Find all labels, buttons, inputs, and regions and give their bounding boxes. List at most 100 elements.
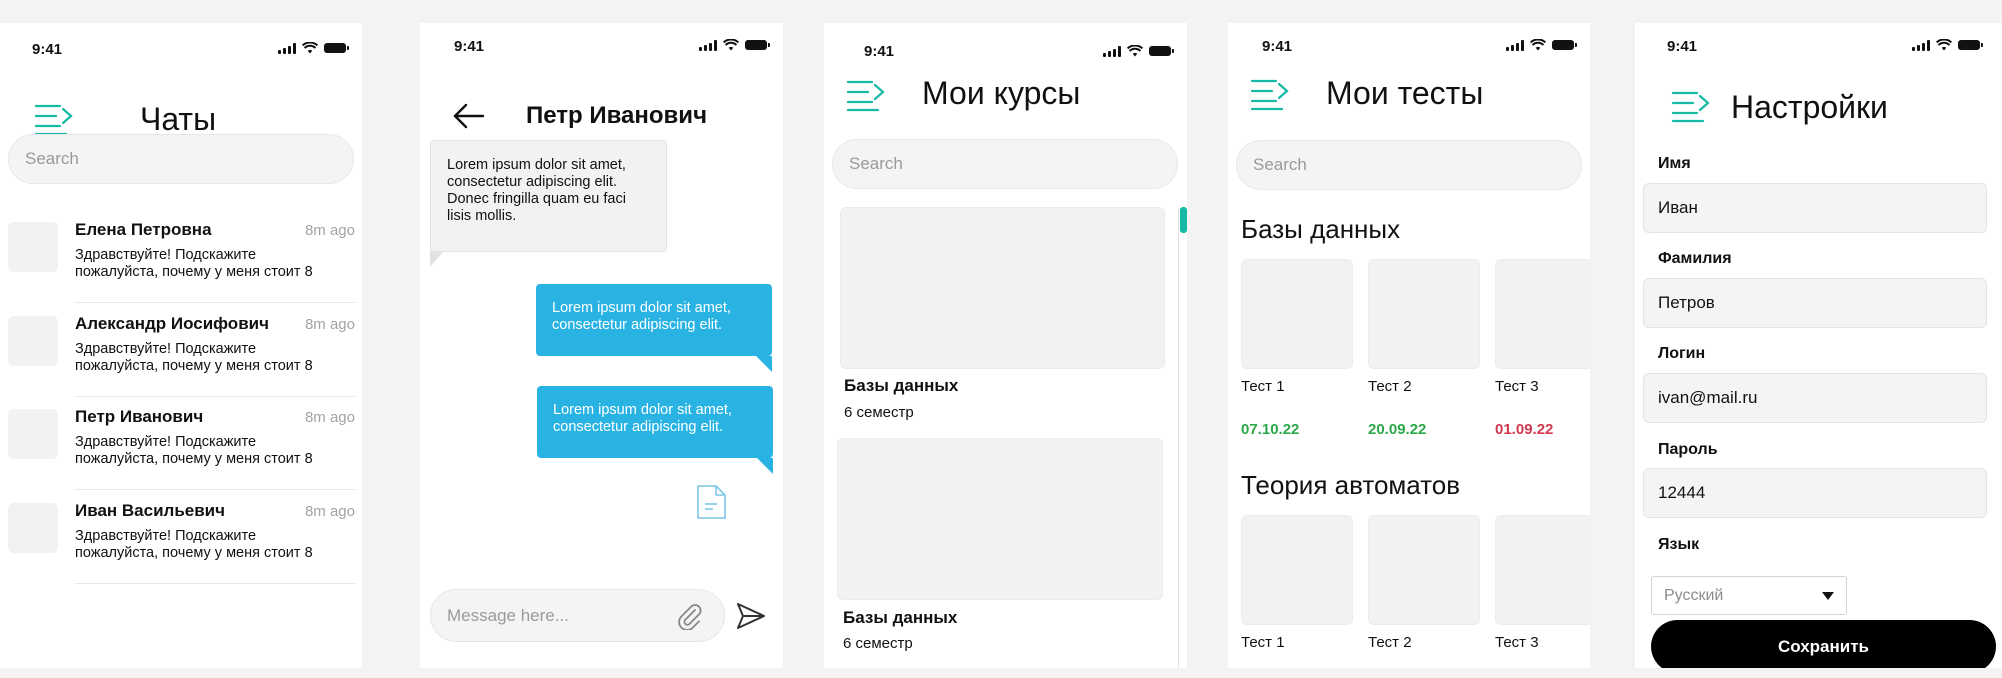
status-bar: 9:41 — [1228, 23, 1590, 73]
test-name: Тест 2 — [1368, 378, 1412, 395]
section-title: Теория автоматов — [1241, 470, 1461, 500]
page-title: Настройки — [1731, 89, 1888, 125]
status-time: 9:41 — [1262, 38, 1293, 55]
first-name-field[interactable]: Иван — [1643, 183, 1987, 233]
chat-contact-name: Елена Петровна — [75, 220, 212, 239]
password-field[interactable]: 12444 — [1643, 468, 1987, 518]
wifi-icon — [1127, 45, 1143, 57]
test-date: 01.09.22 — [1495, 421, 1554, 438]
save-button[interactable]: Сохранить — [1651, 620, 1996, 668]
chat-list-item[interactable]: Елена Петровна 8m ago Здравствуйте! Подс… — [8, 210, 355, 303]
chat-list-item[interactable]: Иван Васильевич 8m ago Здравствуйте! Под… — [8, 491, 355, 584]
status-bar: 9:41 — [0, 23, 362, 73]
language-select[interactable]: Русский — [1651, 576, 1847, 615]
avatar — [8, 503, 58, 553]
chat-time: 8m ago — [304, 222, 355, 239]
status-icons — [278, 42, 349, 54]
page-title: Мои тесты — [1326, 75, 1484, 111]
avatar — [8, 316, 58, 366]
status-time: 9:41 — [1667, 38, 1698, 55]
status-time: 9:41 — [454, 38, 485, 55]
caret-down-icon — [1822, 592, 1834, 600]
course-semester: 6 семестр — [844, 404, 914, 421]
incoming-message: Lorem ipsum dolor sit amet, consectetur … — [430, 140, 667, 267]
test-card[interactable] — [1368, 259, 1480, 369]
tests-screen: 9:41 Мои тесты Search Базы данных Тест 1… — [1228, 23, 1590, 668]
test-name: Тест 1 — [1241, 378, 1285, 395]
battery-icon — [1958, 40, 1983, 50]
battery-icon — [324, 43, 349, 53]
course-card-image[interactable] — [840, 207, 1165, 369]
back-arrow-icon[interactable] — [453, 103, 485, 129]
course-card-image[interactable] — [837, 438, 1163, 600]
test-card[interactable] — [1241, 515, 1353, 625]
chat-time: 8m ago — [304, 316, 355, 333]
signal-icon — [699, 39, 717, 51]
wifi-icon — [723, 39, 739, 51]
menu-icon[interactable] — [846, 79, 886, 113]
page-title: Чаты — [140, 101, 217, 137]
document-icon[interactable] — [694, 484, 728, 520]
avatar — [8, 222, 58, 272]
outgoing-message: Lorem ipsum dolor sit amet, consectetur … — [536, 284, 772, 372]
status-time: 9:41 — [864, 43, 895, 60]
status-bar: 9:41 — [420, 23, 783, 73]
status-bar: 9:41 — [824, 23, 1187, 73]
language-select-value: Русский — [1664, 586, 1724, 604]
test-card[interactable] — [1495, 259, 1590, 369]
test-name: Тест 2 — [1368, 634, 1412, 651]
paperclip-icon[interactable] — [675, 602, 703, 630]
wifi-icon — [1530, 39, 1546, 51]
settings-screen: 9:41 Настройки Имя Иван Фамилия Петров Л… — [1635, 23, 2002, 668]
test-name: Тест 3 — [1495, 378, 1539, 395]
course-name[interactable]: Базы данных — [844, 376, 958, 396]
chat-time: 8m ago — [304, 503, 355, 520]
send-icon[interactable] — [736, 602, 766, 630]
chat-list-item[interactable]: Петр Иванович 8m ago Здравствуйте! Подск… — [8, 397, 355, 490]
search-input[interactable]: Search — [832, 139, 1178, 189]
password-label: Пароль — [1658, 441, 1718, 458]
language-label: Язык — [1658, 536, 1700, 553]
avatar — [8, 409, 58, 459]
first-name-label: Имя — [1658, 155, 1691, 172]
chat-preview: Здравствуйте! Подскажите пожалуйста, поч… — [75, 434, 313, 467]
test-card[interactable] — [1368, 515, 1480, 625]
test-date: 20.09.22 — [1368, 421, 1427, 438]
wifi-icon — [1936, 39, 1952, 51]
scrollbar-thumb[interactable] — [1180, 207, 1187, 233]
last-name-field[interactable]: Петров — [1643, 278, 1987, 328]
status-bar: 9:41 — [1635, 23, 2002, 73]
outgoing-message: Lorem ipsum dolor sit amet, consectetur … — [537, 386, 773, 474]
menu-icon[interactable] — [1250, 78, 1290, 112]
signal-icon — [1912, 39, 1930, 51]
divider — [75, 489, 355, 490]
chat-contact-name: Александр Иосифович — [75, 314, 269, 333]
chat-contact-name: Иван Васильевич — [75, 501, 226, 520]
search-input[interactable]: Search — [8, 134, 354, 184]
page-title: Мои курсы — [922, 75, 1081, 111]
chat-preview: Здравствуйте! Подскажите пожалуйста, поч… — [75, 247, 313, 280]
login-field[interactable]: ivan@mail.ru — [1643, 373, 1987, 423]
courses-screen: 9:41 Мои курсы Search Базы данных 6 семе… — [824, 23, 1187, 668]
section-title: Базы данных — [1241, 214, 1401, 244]
chat-list-item[interactable]: Александр Иосифович 8m ago Здравствуйте!… — [8, 304, 355, 397]
last-name-label: Фамилия — [1658, 250, 1732, 267]
test-name: Тест 1 — [1241, 634, 1285, 651]
signal-icon — [1506, 39, 1524, 51]
battery-icon — [1149, 46, 1174, 56]
menu-icon[interactable] — [1671, 90, 1711, 124]
scrollbar-track — [1178, 207, 1179, 668]
search-input[interactable]: Search — [1236, 140, 1582, 190]
test-card[interactable] — [1241, 259, 1353, 369]
chat-time: 8m ago — [304, 409, 355, 426]
status-icons — [699, 39, 770, 51]
menu-icon[interactable] — [34, 103, 74, 137]
battery-icon — [1552, 40, 1577, 50]
status-time: 9:41 — [32, 41, 63, 58]
test-date: 07.10.22 — [1241, 421, 1300, 438]
chat-contact-name: Петр Иванович — [75, 407, 204, 426]
conversation-screen: 9:41 Петр Иванович Lorem ipsum dolor sit… — [420, 23, 783, 668]
course-name[interactable]: Базы данных — [843, 608, 957, 628]
test-card[interactable] — [1495, 515, 1590, 625]
test-name: Тест 3 — [1495, 634, 1539, 651]
